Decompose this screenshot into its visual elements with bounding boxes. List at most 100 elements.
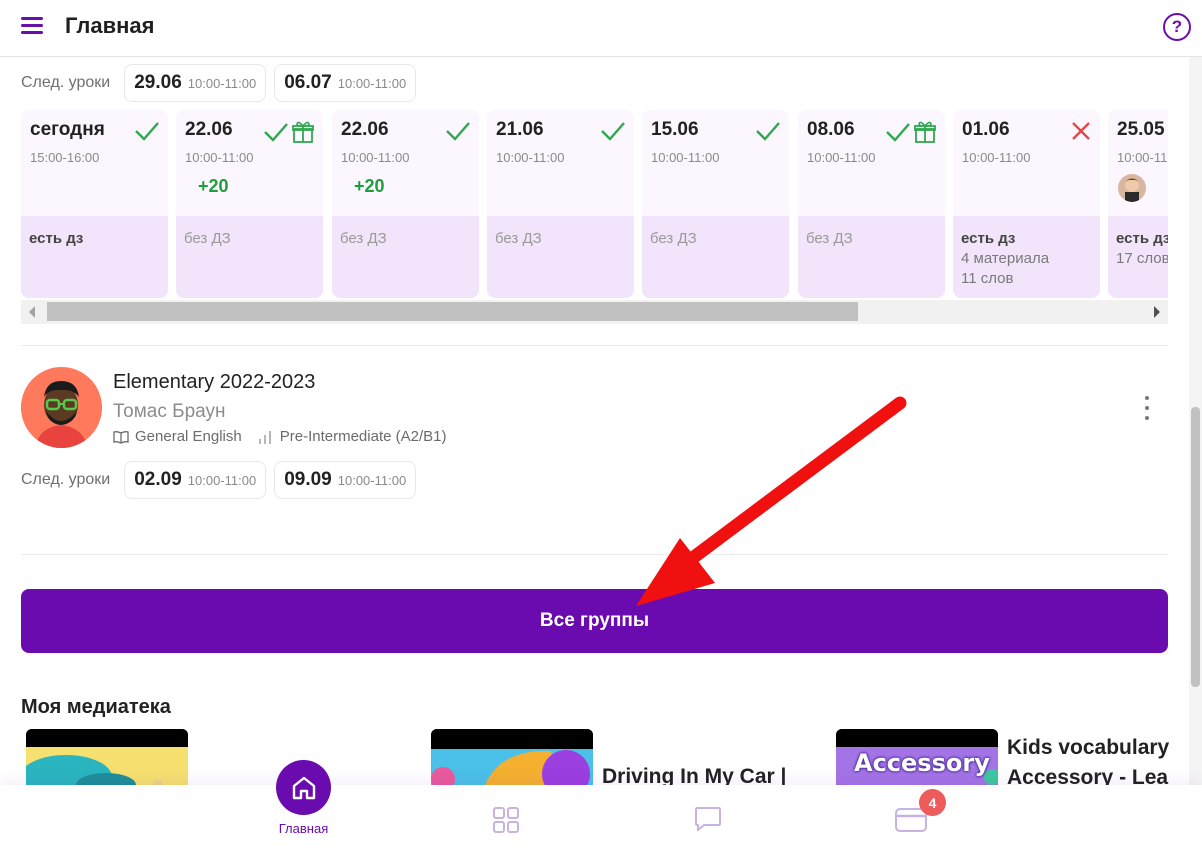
next-lesson-time: 10:00-11:00 (187, 75, 257, 91)
lessons-horizontal-scrollbar[interactable] (21, 300, 1168, 324)
lesson-homework: без ДЗ (798, 216, 945, 298)
scroll-left-arrow-icon[interactable] (29, 306, 35, 318)
help-icon[interactable]: ? (1163, 13, 1191, 41)
next-lesson-date: 09.09 (284, 469, 332, 490)
page-title: Главная (65, 13, 155, 38)
homework-title: без ДЗ (184, 230, 231, 247)
lesson-card[interactable]: сегодня 15:00-16:00 есть дз (21, 110, 168, 298)
lesson-time: 10:00-11:00 (185, 150, 254, 165)
lesson-homework: есть дз 4 материала 11 слов (953, 216, 1100, 298)
lesson-bonus: +20 (198, 176, 229, 196)
media-library-title: Моя медиатека (21, 696, 171, 718)
bottom-navigation (0, 785, 1202, 848)
next-lesson-chip[interactable]: 09.09 10:00-11:00 (274, 461, 417, 499)
lesson-card[interactable]: 01.06 10:00-11:00 есть дз 4 материала 11 сло… (953, 110, 1100, 298)
lesson-card[interactable]: 21.06 10:00-11:00 без ДЗ (487, 110, 634, 298)
page-scrollbar[interactable] (1189, 57, 1202, 785)
lesson-time: 10:00-11:00 (807, 150, 876, 165)
lesson-homework: без ДЗ (332, 216, 479, 298)
next-lesson-chip[interactable]: 06.07 10:00-11:00 (274, 64, 417, 102)
lesson-time: 15:00-16:00 (30, 150, 100, 165)
lesson-card-header: 15.06 10:00-11:00 (642, 110, 789, 216)
book-icon (113, 430, 129, 444)
lesson-homework: без ДЗ (176, 216, 323, 298)
lesson-time: 10:00-11:00 (341, 150, 410, 165)
homework-title: без ДЗ (340, 230, 387, 247)
lesson-card-header: 21.06 10:00-11:00 (487, 110, 634, 216)
nav-messages[interactable] (668, 785, 748, 848)
homework-title: есть дз (29, 230, 84, 247)
homework-detail: 4 материала (961, 250, 1050, 267)
media-caption[interactable]: Kids vocabulary (1007, 736, 1189, 760)
page-scrollbar-thumb[interactable] (1191, 407, 1200, 687)
payments-badge: 4 (919, 789, 946, 816)
horizontal-scrollbar-thumb[interactable] (47, 302, 858, 321)
next-lessons-label: След. уроки (21, 74, 111, 91)
check-icon (135, 122, 159, 141)
group-teacher: Томас Браун (113, 401, 226, 422)
group-name[interactable]: Elementary 2022-2023 (113, 371, 315, 394)
next-lessons-row: След. уроки 02.09 10:00-11:00 09.09 10:0… (21, 461, 417, 499)
nav-catalog[interactable] (466, 785, 546, 848)
scroll-right-arrow-icon[interactable] (1154, 306, 1160, 318)
homework-detail: 17 слов (1116, 250, 1168, 267)
section-divider (21, 554, 1168, 555)
lesson-homework: без ДЗ (642, 216, 789, 298)
lesson-homework: без ДЗ (487, 216, 634, 298)
homework-title: без ДЗ (650, 230, 697, 247)
lesson-card-header: 22.06 10:00-11:00 +20 (176, 110, 323, 216)
lesson-card[interactable]: 22.06 10:00-11:00 +20 без ДЗ (332, 110, 479, 298)
next-lesson-chip[interactable]: 02.09 10:00-11:00 (124, 461, 267, 499)
nav-home-label[interactable]: Главная (266, 821, 341, 836)
check-icon (446, 122, 470, 141)
lesson-card-header: 22.06 10:00-11:00 +20 (332, 110, 479, 216)
chat-icon (695, 807, 721, 831)
next-lesson-date: 02.09 (134, 469, 182, 490)
lesson-time: 10:00-11:00 (496, 150, 565, 165)
homework-title: есть дз (961, 230, 1016, 247)
lesson-cards-strip[interactable]: сегодня 15:00-16:00 есть дз 22.06 10:00-11:0… (21, 110, 1168, 298)
lesson-status-marks (445, 120, 471, 142)
next-lesson-time: 10:00-11:00 (187, 472, 257, 488)
level-bars-icon (258, 430, 271, 444)
lesson-card[interactable]: 15.06 10:00-11:00 без ДЗ (642, 110, 789, 298)
check-icon (756, 122, 780, 141)
next-lesson-time: 10:00-11:00 (337, 472, 407, 488)
next-lesson-time: 10:00-11:00 (337, 75, 407, 91)
lesson-time: 10:00-11:00 (1117, 150, 1168, 165)
lesson-card[interactable]: 22.06 10:00-11:00 +20 без ДЗ (176, 110, 323, 298)
homework-detail: 11 слов (961, 270, 1014, 287)
nav-home-button[interactable] (276, 760, 331, 815)
media-thumbnail-title: Accessory (854, 749, 990, 777)
all-groups-button[interactable]: Все группы (21, 589, 1168, 653)
lesson-card[interactable]: 08.06 10:00-11:00 без ДЗ (798, 110, 945, 298)
course-level: Pre-Intermediate (A2/B1) (279, 428, 447, 445)
next-lesson-date: 06.07 (284, 72, 332, 93)
teacher-avatar-icon (21, 367, 102, 448)
homework-title: без ДЗ (495, 230, 542, 247)
gift-icon (292, 121, 314, 143)
homework-title: есть дз (1116, 230, 1168, 247)
lesson-card-header: 08.06 10:00-11:00 (798, 110, 945, 216)
lesson-card[interactable]: 25.05 10:00-11:00 есть дз 17 слов (1108, 110, 1168, 298)
lesson-card-header: сегодня 15:00-16:00 (21, 110, 168, 216)
section-divider (21, 345, 1168, 346)
lesson-card-header: 01.06 10:00-11:00 (953, 110, 1100, 216)
hamburger-menu-icon[interactable] (21, 17, 43, 35)
lesson-date: 25.05 (1117, 119, 1165, 140)
lesson-status-marks (263, 120, 315, 144)
home-icon (292, 776, 315, 799)
lesson-card-header: 25.05 10:00-11:00 (1108, 110, 1168, 216)
lesson-homework: есть дз (21, 216, 168, 298)
gift-icon (914, 121, 936, 143)
lesson-status-marks (1070, 120, 1092, 142)
next-lesson-date: 29.06 (134, 72, 182, 93)
group-options-kebab-icon[interactable] (1140, 396, 1154, 420)
next-lesson-chip[interactable]: 29.06 10:00-11:00 (124, 64, 267, 102)
grid-icon (493, 807, 519, 833)
lesson-status-marks (755, 120, 781, 142)
homework-title: без ДЗ (806, 230, 853, 247)
lesson-status-marks (134, 120, 160, 142)
lesson-time: 10:00-11:00 (651, 150, 720, 165)
check-icon (601, 122, 625, 141)
